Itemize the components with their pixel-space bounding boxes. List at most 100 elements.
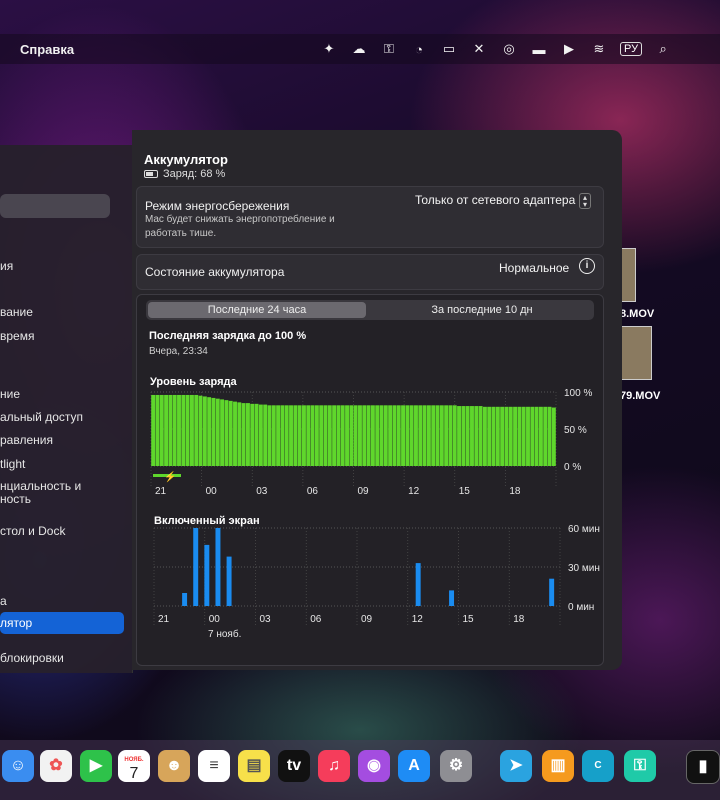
chart-bar bbox=[215, 528, 221, 606]
charging-bolt-icon: ⚡ bbox=[164, 470, 176, 483]
chart-bar bbox=[517, 406, 522, 466]
chart-bar bbox=[276, 405, 281, 466]
sidebar-item[interactable]: равления bbox=[0, 433, 53, 447]
tab-last-10d[interactable]: За последние 10 дн bbox=[370, 300, 594, 320]
sidebar-item[interactable]: альный доступ bbox=[0, 410, 83, 424]
app-store-icon[interactable]: A bbox=[398, 750, 430, 782]
contacts-icon[interactable]: ☻ bbox=[158, 750, 190, 782]
desktop-file-1[interactable]: 8.MOV bbox=[620, 308, 654, 320]
chart-bar bbox=[431, 405, 436, 466]
chart-bar bbox=[530, 406, 535, 466]
sidebar-item[interactable]: нциальность и bbox=[0, 479, 81, 493]
telegram-icon[interactable]: ➤ bbox=[500, 750, 532, 782]
page-title: Аккумулятор bbox=[144, 152, 228, 167]
finder-icon[interactable]: ☺ bbox=[2, 750, 34, 782]
creative-cloud-icon[interactable]: ☁ bbox=[350, 41, 368, 57]
chart-bar bbox=[409, 405, 414, 466]
chart-bar bbox=[237, 402, 242, 466]
chart-bar bbox=[508, 406, 513, 466]
x-tick-label: 03 bbox=[260, 614, 272, 625]
x-tick-label: 06 bbox=[310, 614, 322, 625]
play-icon[interactable]: ▶ bbox=[560, 41, 578, 57]
sidebar-item-battery[interactable]: лятор bbox=[0, 612, 124, 634]
sidebar-item[interactable]: ние bbox=[0, 387, 20, 401]
photos-icon[interactable]: ✿ bbox=[40, 750, 72, 782]
last-charge-time: Вчера, 23:34 bbox=[149, 346, 208, 357]
sidebar-item[interactable]: вание bbox=[0, 305, 33, 319]
chart-bar bbox=[228, 400, 233, 466]
display-icon[interactable]: ▭ bbox=[440, 41, 458, 57]
chart-bar bbox=[314, 405, 319, 466]
facetime-icon[interactable]: ▶ bbox=[80, 750, 112, 782]
chart-bar bbox=[414, 405, 418, 466]
tv-icon[interactable]: tv bbox=[278, 750, 310, 782]
wifi-icon[interactable]: ≋ bbox=[590, 41, 608, 57]
chart-bar bbox=[379, 405, 384, 466]
chart-bar bbox=[439, 405, 444, 466]
sidebar-item[interactable]: ия bbox=[0, 259, 13, 273]
sidebar-item[interactable]: tlight bbox=[0, 457, 25, 471]
chart-bar bbox=[538, 406, 543, 466]
chart-bar bbox=[241, 403, 246, 466]
chart-bar bbox=[267, 405, 272, 466]
power-mode-select[interactable]: Только от сетевого адаптера bbox=[415, 193, 575, 207]
sidebar-search-field[interactable] bbox=[0, 194, 110, 218]
figma-icon[interactable]: ✦ bbox=[320, 41, 338, 57]
video-thumbnail-2[interactable] bbox=[620, 326, 652, 380]
tools-icon[interactable]: ✕ bbox=[470, 41, 488, 57]
dock: ☺ ✿ ▶ НОЯБ. 7 ☻ ≡ ▤ tv ♫ ◉ A ⚙ ➤ ▥ C ⚿ ▮ bbox=[0, 740, 720, 800]
battery-health-label: Состояние аккумулятора bbox=[145, 265, 285, 279]
chart-bar bbox=[478, 406, 483, 466]
chart-bar bbox=[164, 394, 169, 466]
sidebar-item[interactable]: блокировки bbox=[0, 651, 64, 665]
notes-icon[interactable]: ▤ bbox=[238, 750, 270, 782]
chart-bar bbox=[345, 405, 349, 466]
reminders-icon[interactable]: ≡ bbox=[198, 750, 230, 782]
input-source[interactable]: РУ bbox=[620, 42, 643, 56]
chart-bar bbox=[198, 395, 203, 466]
music-icon[interactable]: ♫ bbox=[318, 750, 350, 782]
chart-bar bbox=[375, 405, 380, 466]
chart-bar bbox=[233, 401, 237, 466]
chart-bar bbox=[271, 405, 276, 466]
terminal-icon[interactable]: ▮ bbox=[686, 750, 720, 784]
settings-icon[interactable]: ⚙ bbox=[440, 750, 472, 782]
canva-icon[interactable]: C bbox=[582, 750, 614, 782]
video-thumbnail-1[interactable] bbox=[620, 248, 636, 302]
chart-bar bbox=[482, 406, 487, 466]
key-icon[interactable]: ⚿ bbox=[380, 41, 398, 57]
chart-bar bbox=[487, 406, 492, 466]
chart-bar bbox=[193, 528, 199, 606]
calendar-day: 7 bbox=[129, 765, 139, 782]
chart-bar bbox=[465, 406, 470, 466]
chart-bar bbox=[474, 406, 479, 466]
keychain-icon[interactable]: ⚿ bbox=[624, 750, 656, 782]
chart-bar bbox=[401, 405, 406, 466]
airdrop-icon[interactable]: ◎ bbox=[500, 41, 518, 57]
clipboard-icon[interactable]: ◔ bbox=[410, 42, 428, 57]
charge-status: Заряд: 68 % bbox=[144, 168, 225, 180]
battery-settings-panel: Аккумулятор Заряд: 68 % Режим энергосбер… bbox=[132, 130, 622, 670]
power-mode-stepper[interactable]: ▴ ▾ bbox=[579, 193, 591, 209]
history-range-segmented: Последние 24 часа За последние 10 дн bbox=[146, 300, 594, 320]
menu-help[interactable]: Справка bbox=[20, 42, 74, 57]
sidebar-item[interactable]: а bbox=[0, 594, 7, 608]
chart-bar bbox=[526, 406, 530, 466]
chart-bar bbox=[449, 590, 455, 606]
tab-last-24h[interactable]: Последние 24 часа bbox=[148, 302, 366, 318]
chart-bar bbox=[418, 405, 423, 466]
desktop-file-2[interactable]: 79.MOV bbox=[620, 390, 660, 402]
calendar-icon[interactable]: НОЯБ. 7 bbox=[118, 750, 150, 782]
screen-on-chart: 60 мин 30 мин 0 мин 21 00 03 06 09 12 15 18 7 нояб. bbox=[153, 524, 600, 640]
chart-bar bbox=[461, 406, 466, 466]
search-icon[interactable]: ⌕ bbox=[654, 41, 672, 57]
podcasts-icon[interactable]: ◉ bbox=[358, 750, 390, 782]
chart-bar bbox=[340, 405, 345, 466]
sidebar-item[interactable]: время bbox=[0, 329, 34, 343]
sidebar-item[interactable]: стол и Dock bbox=[0, 524, 65, 538]
battery-menu-icon[interactable]: ▬ bbox=[530, 42, 548, 57]
info-icon[interactable]: i bbox=[579, 258, 595, 274]
x-tick-label: 21 bbox=[155, 486, 167, 497]
x-tick-label: 15 bbox=[463, 614, 475, 625]
books-icon[interactable]: ▥ bbox=[542, 750, 574, 782]
